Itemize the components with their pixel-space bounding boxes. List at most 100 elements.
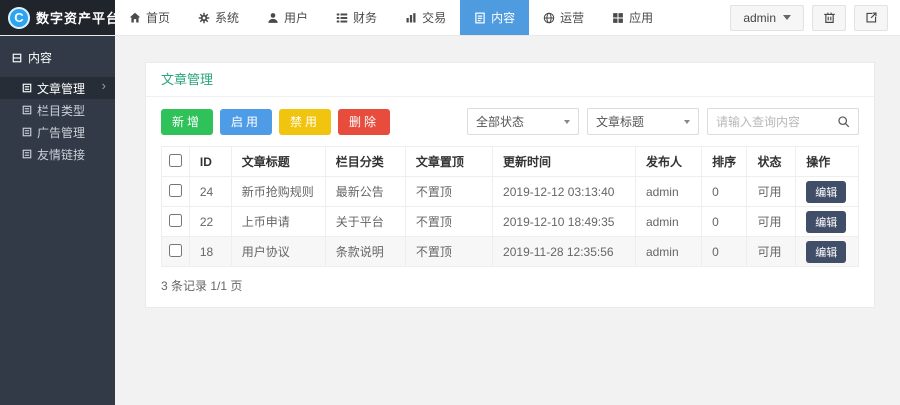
- main-nav: 首页 系统 用户 财务 交易 内容 运营 应用: [115, 0, 667, 35]
- user-icon: [268, 12, 278, 23]
- add-button[interactable]: 新增: [161, 108, 214, 135]
- col-header-sort: 排序: [701, 146, 748, 177]
- logout-icon: [865, 12, 877, 23]
- col-header-actions: 操作: [795, 146, 859, 177]
- cell-title: 新币抢购规则: [230, 176, 326, 207]
- user-dropdown-label: admin: [743, 10, 776, 25]
- sidebar-item-articles[interactable]: 文章管理 ›: [0, 77, 115, 99]
- col-header-top: 文章置顶: [404, 146, 494, 177]
- nav-item-content[interactable]: 内容: [460, 0, 530, 35]
- article-management-card: 文章管理 新增 启用 禁用 删除 全部状态 文章标题 请输入查询内容 ID 文章…: [145, 62, 875, 308]
- nav-item-label: 系统: [215, 11, 240, 25]
- cell-updated: 2019-11-28 12:35:56: [492, 236, 636, 267]
- edit-button[interactable]: 编辑: [806, 210, 847, 233]
- grid-icon: [613, 12, 623, 23]
- enable-button[interactable]: 启用: [220, 108, 273, 135]
- col-header-status: 状态: [746, 146, 797, 177]
- col-header-title: 文章标题: [230, 146, 326, 177]
- list-icon: [336, 13, 348, 22]
- col-header-category: 栏目分类: [324, 146, 406, 177]
- file-icon: [475, 12, 485, 23]
- nav-item-label: 用户: [284, 11, 309, 25]
- page-title: 文章管理: [146, 63, 874, 97]
- cell-category: 关于平台: [324, 206, 406, 237]
- toolbar: 新增 启用 禁用 删除 全部状态 文章标题: [146, 97, 874, 146]
- trash-icon: [823, 12, 835, 23]
- nav-item-label: 内容: [491, 11, 516, 25]
- cell-top: 不置顶: [404, 236, 494, 267]
- nav-item-label: 交易: [422, 11, 447, 25]
- caret-down-icon: [564, 119, 570, 124]
- cell-title: 用户协议: [230, 236, 326, 267]
- brand-title: 数字资产平台: [36, 11, 121, 26]
- sidebar-item-ads[interactable]: 广告管理: [0, 121, 115, 143]
- sidebar-item-categories[interactable]: 栏目类型: [0, 99, 115, 121]
- caret-down-icon: [684, 119, 690, 124]
- sidebar-section-content[interactable]: 内容: [0, 36, 115, 77]
- gear-icon: [198, 12, 210, 23]
- cell-top: 不置顶: [404, 176, 494, 207]
- table-row: 22 上币申请 关于平台 不置顶 2019-12-10 18:49:35 adm…: [161, 206, 859, 237]
- search-box: [707, 108, 859, 135]
- filter-bar: 全部状态 文章标题: [467, 108, 859, 135]
- cell-sort: 0: [701, 236, 748, 267]
- nav-item-trade[interactable]: 交易: [391, 0, 460, 35]
- edit-button[interactable]: 编辑: [806, 180, 847, 203]
- status-select[interactable]: 全部状态: [467, 108, 579, 135]
- edit-button[interactable]: 编辑: [806, 240, 847, 263]
- app-window: C 数字资产平台 首页 系统 用户 财务 交易 内容 运营 应用 admin 内…: [0, 0, 900, 405]
- select-all-checkbox[interactable]: [168, 153, 182, 167]
- globe-icon: [543, 12, 555, 23]
- nav-item-apps[interactable]: 应用: [598, 0, 667, 35]
- action-buttons: 新增 启用 禁用 删除: [161, 108, 391, 135]
- cell-status: 可用: [746, 206, 797, 237]
- table-row: 18 用户协议 条款说明 不置顶 2019-11-28 12:35:56 adm…: [161, 236, 859, 267]
- nav-item-finance[interactable]: 财务: [322, 0, 391, 35]
- search-field-select[interactable]: 文章标题: [587, 108, 699, 135]
- user-dropdown[interactable]: admin: [730, 4, 804, 31]
- cell-updated: 2019-12-10 18:49:35: [492, 206, 636, 237]
- chevron-right-icon: ›: [101, 78, 106, 93]
- nav-item-label: 运营: [560, 11, 585, 25]
- cell-title: 上币申请: [230, 206, 326, 237]
- logout-button[interactable]: [854, 4, 888, 31]
- sidebar-section-label: 内容: [28, 51, 53, 65]
- home-icon: [129, 12, 141, 22]
- article-table: ID 文章标题 栏目分类 文章置顶 更新时间 发布人 排序 状态 操作 24 新…: [161, 146, 859, 267]
- row-checkbox[interactable]: [168, 183, 182, 197]
- cell-sort: 0: [701, 176, 748, 207]
- sidebar-item-links[interactable]: 友情链接: [0, 143, 115, 165]
- cell-id: 22: [188, 206, 232, 237]
- cell-updated: 2019-12-12 03:13:40: [492, 176, 636, 207]
- cell-publisher: admin: [634, 206, 703, 237]
- row-checkbox[interactable]: [168, 213, 182, 227]
- delete-button[interactable]: 删除: [338, 108, 391, 135]
- content-section-icon: [12, 53, 22, 62]
- nav-item-label: 首页: [146, 11, 171, 25]
- search-input[interactable]: [716, 114, 828, 129]
- trash-button[interactable]: [812, 4, 846, 31]
- brand-logo: C 数字资产平台: [0, 0, 119, 35]
- disable-button[interactable]: 禁用: [279, 108, 332, 135]
- nav-item-system[interactable]: 系统: [184, 0, 253, 35]
- cell-sort: 0: [701, 206, 748, 237]
- nav-item-label: 应用: [629, 11, 654, 25]
- cell-publisher: admin: [634, 176, 703, 207]
- category-icon: [22, 105, 32, 115]
- main-content: 文章管理 新增 启用 禁用 删除 全部状态 文章标题 请输入查询内容 ID 文章…: [115, 36, 900, 405]
- sidebar: 内容 文章管理 › 栏目类型 广告管理 友情链接: [0, 36, 115, 405]
- cell-category: 条款说明: [324, 236, 406, 267]
- brand-logo-icon: C: [8, 6, 30, 29]
- cell-publisher: admin: [634, 236, 703, 267]
- search-icon[interactable]: [837, 115, 850, 128]
- col-header-updated: 更新时间: [492, 146, 636, 177]
- top-navbar: C 数字资产平台 首页 系统 用户 财务 交易 内容 运营 应用 admin: [0, 0, 900, 36]
- chart-icon: [406, 12, 416, 22]
- row-checkbox[interactable]: [168, 243, 182, 257]
- nav-item-users[interactable]: 用户: [253, 0, 322, 35]
- search-field-select-value: 文章标题: [596, 115, 645, 129]
- nav-item-home[interactable]: 首页: [115, 0, 184, 35]
- article-table-wrapper: ID 文章标题 栏目分类 文章置顶 更新时间 发布人 排序 状态 操作 24 新…: [161, 146, 859, 267]
- sidebar-item-label: 栏目类型: [37, 103, 86, 118]
- nav-item-operation[interactable]: 运营: [529, 0, 598, 35]
